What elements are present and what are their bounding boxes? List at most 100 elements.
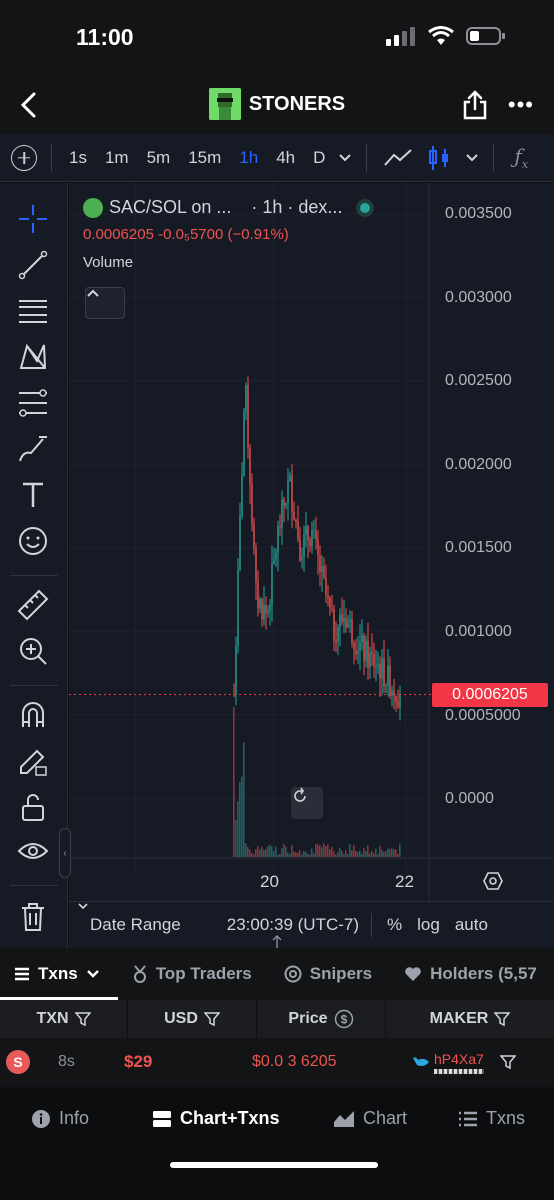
log-toggle[interactable]: log [417, 915, 440, 935]
more-options-icon[interactable]: ••• [508, 92, 534, 118]
price-axis-label: 0.002500 [445, 372, 512, 389]
volume-bar [381, 849, 383, 857]
trash-icon[interactable] [17, 901, 49, 933]
candle-body [313, 530, 315, 532]
volume-bar [257, 845, 259, 857]
volume-bar [311, 848, 313, 857]
date-range-button[interactable]: Date Range [90, 915, 181, 935]
reset-icon [294, 787, 306, 802]
interval-dropdown-icon[interactable] [338, 153, 352, 163]
nav-txns[interactable]: Txns [458, 1108, 525, 1129]
interval-1h[interactable]: 1h [239, 148, 258, 168]
share-icon[interactable] [462, 90, 488, 120]
candle-body [273, 558, 275, 565]
candle-body [281, 499, 283, 528]
column-maker[interactable]: MAKER [386, 1000, 554, 1038]
candle-body [265, 605, 267, 613]
magnet-icon[interactable] [17, 699, 49, 731]
date-range-chevron-icon [78, 903, 88, 910]
table-row[interactable]: S 8s $29 $0.0 3 6205 hP4Xa7 [0, 1038, 554, 1086]
volume-bar [325, 845, 327, 857]
chevron-up-icon [87, 289, 99, 297]
chart-settings-icon[interactable] [483, 871, 503, 891]
indicators-fx-icon[interactable]: ƒx [514, 144, 528, 171]
candle-body [241, 475, 243, 517]
volume-bar [363, 847, 365, 857]
lock-drawing-icon[interactable] [17, 745, 49, 777]
ruler-icon[interactable] [17, 589, 49, 621]
volume-bar [397, 853, 399, 857]
interval-5m[interactable]: 5m [147, 148, 171, 168]
volume-bar [387, 848, 389, 857]
chart-type-dropdown-icon[interactable] [465, 153, 479, 163]
nav-info[interactable]: Info [31, 1108, 89, 1129]
candle-body [379, 663, 381, 679]
line-chart-type-icon[interactable] [383, 147, 413, 169]
txn-age: 8s [58, 1053, 75, 1070]
maker-address[interactable]: hP4Xa7 [434, 1051, 484, 1067]
column-price[interactable]: Price $ [257, 1000, 386, 1038]
crosshair-icon[interactable] [17, 203, 49, 235]
tab-top-traders[interactable]: Top Traders [132, 964, 252, 984]
volume-bar [301, 854, 303, 857]
interval-d[interactable]: D [313, 148, 325, 168]
visibility-eye-icon[interactable] [17, 837, 49, 869]
tab-holders[interactable]: Holders (5,57 [404, 964, 537, 984]
price-chart[interactable]: SAC/SOL on ... · 1h · dex... 0.0006205 -… [59, 183, 554, 948]
candle-body [361, 635, 363, 643]
auto-toggle[interactable]: auto [455, 915, 488, 935]
volume-bar [349, 844, 351, 857]
candle-body [287, 481, 289, 504]
candle-body [335, 640, 337, 642]
fib-retracement-icon[interactable] [17, 387, 49, 419]
add-indicator-icon[interactable] [11, 144, 37, 171]
toolbar-collapse-handle[interactable]: ‹ [59, 828, 71, 878]
candles-chart-type-icon[interactable] [427, 145, 451, 171]
volume-indicator-label[interactable]: Volume [83, 254, 370, 271]
filter-maker-icon[interactable] [500, 1054, 516, 1070]
candle-body [345, 617, 347, 628]
volume-bar [247, 846, 249, 857]
candle-body [237, 569, 239, 646]
pattern-icon[interactable] [17, 341, 49, 373]
volume-bar [305, 851, 307, 857]
column-txn[interactable]: TXN [0, 1000, 128, 1038]
filter-icon[interactable] [203, 1011, 220, 1027]
reset-chart-button[interactable] [291, 787, 323, 819]
candle-body [291, 475, 293, 512]
status-bar: 11:00 [0, 0, 554, 78]
volume-bar [265, 849, 267, 857]
interval-15m[interactable]: 15m [188, 148, 221, 168]
area-chart-icon [334, 1110, 354, 1127]
filter-icon[interactable] [494, 1011, 511, 1027]
chart-time[interactable]: 23:00:39 (UTC-7) [227, 915, 359, 935]
interval-source: · 1h · dex... [251, 197, 343, 217]
filter-icon[interactable] [74, 1011, 91, 1027]
candle-body [285, 503, 287, 507]
nav-chart[interactable]: Chart [333, 1108, 407, 1129]
horizontal-lines-icon[interactable] [17, 295, 49, 327]
column-usd[interactable]: USD [128, 1000, 257, 1038]
currency-toggle-icon[interactable]: $ [334, 1009, 354, 1029]
interval-1m[interactable]: 1m [105, 148, 129, 168]
tab-snipers[interactable]: Snipers [284, 964, 372, 984]
candle-body [249, 447, 251, 485]
percent-toggle[interactable]: % [387, 915, 402, 935]
nav-chart-txns[interactable]: Chart+Txns [152, 1108, 280, 1129]
text-tool-icon[interactable] [17, 479, 49, 511]
candle-body [323, 566, 325, 578]
trend-line-icon[interactable] [17, 249, 49, 281]
interval-4h[interactable]: 4h [276, 148, 295, 168]
interval-1s[interactable]: 1s [69, 148, 87, 168]
candle-body [353, 642, 355, 650]
volume-bar [385, 850, 387, 857]
unlock-icon[interactable] [17, 791, 49, 823]
collapse-legend-button[interactable] [85, 287, 125, 319]
pair-name[interactable]: SAC/SOL on ... [109, 197, 231, 218]
tab-txns[interactable]: Txns [14, 964, 100, 984]
candle-body [389, 665, 391, 696]
volume-bar [259, 849, 261, 857]
emoji-icon[interactable] [17, 525, 49, 557]
zoom-in-icon[interactable] [17, 635, 49, 667]
brush-icon[interactable] [17, 433, 49, 465]
